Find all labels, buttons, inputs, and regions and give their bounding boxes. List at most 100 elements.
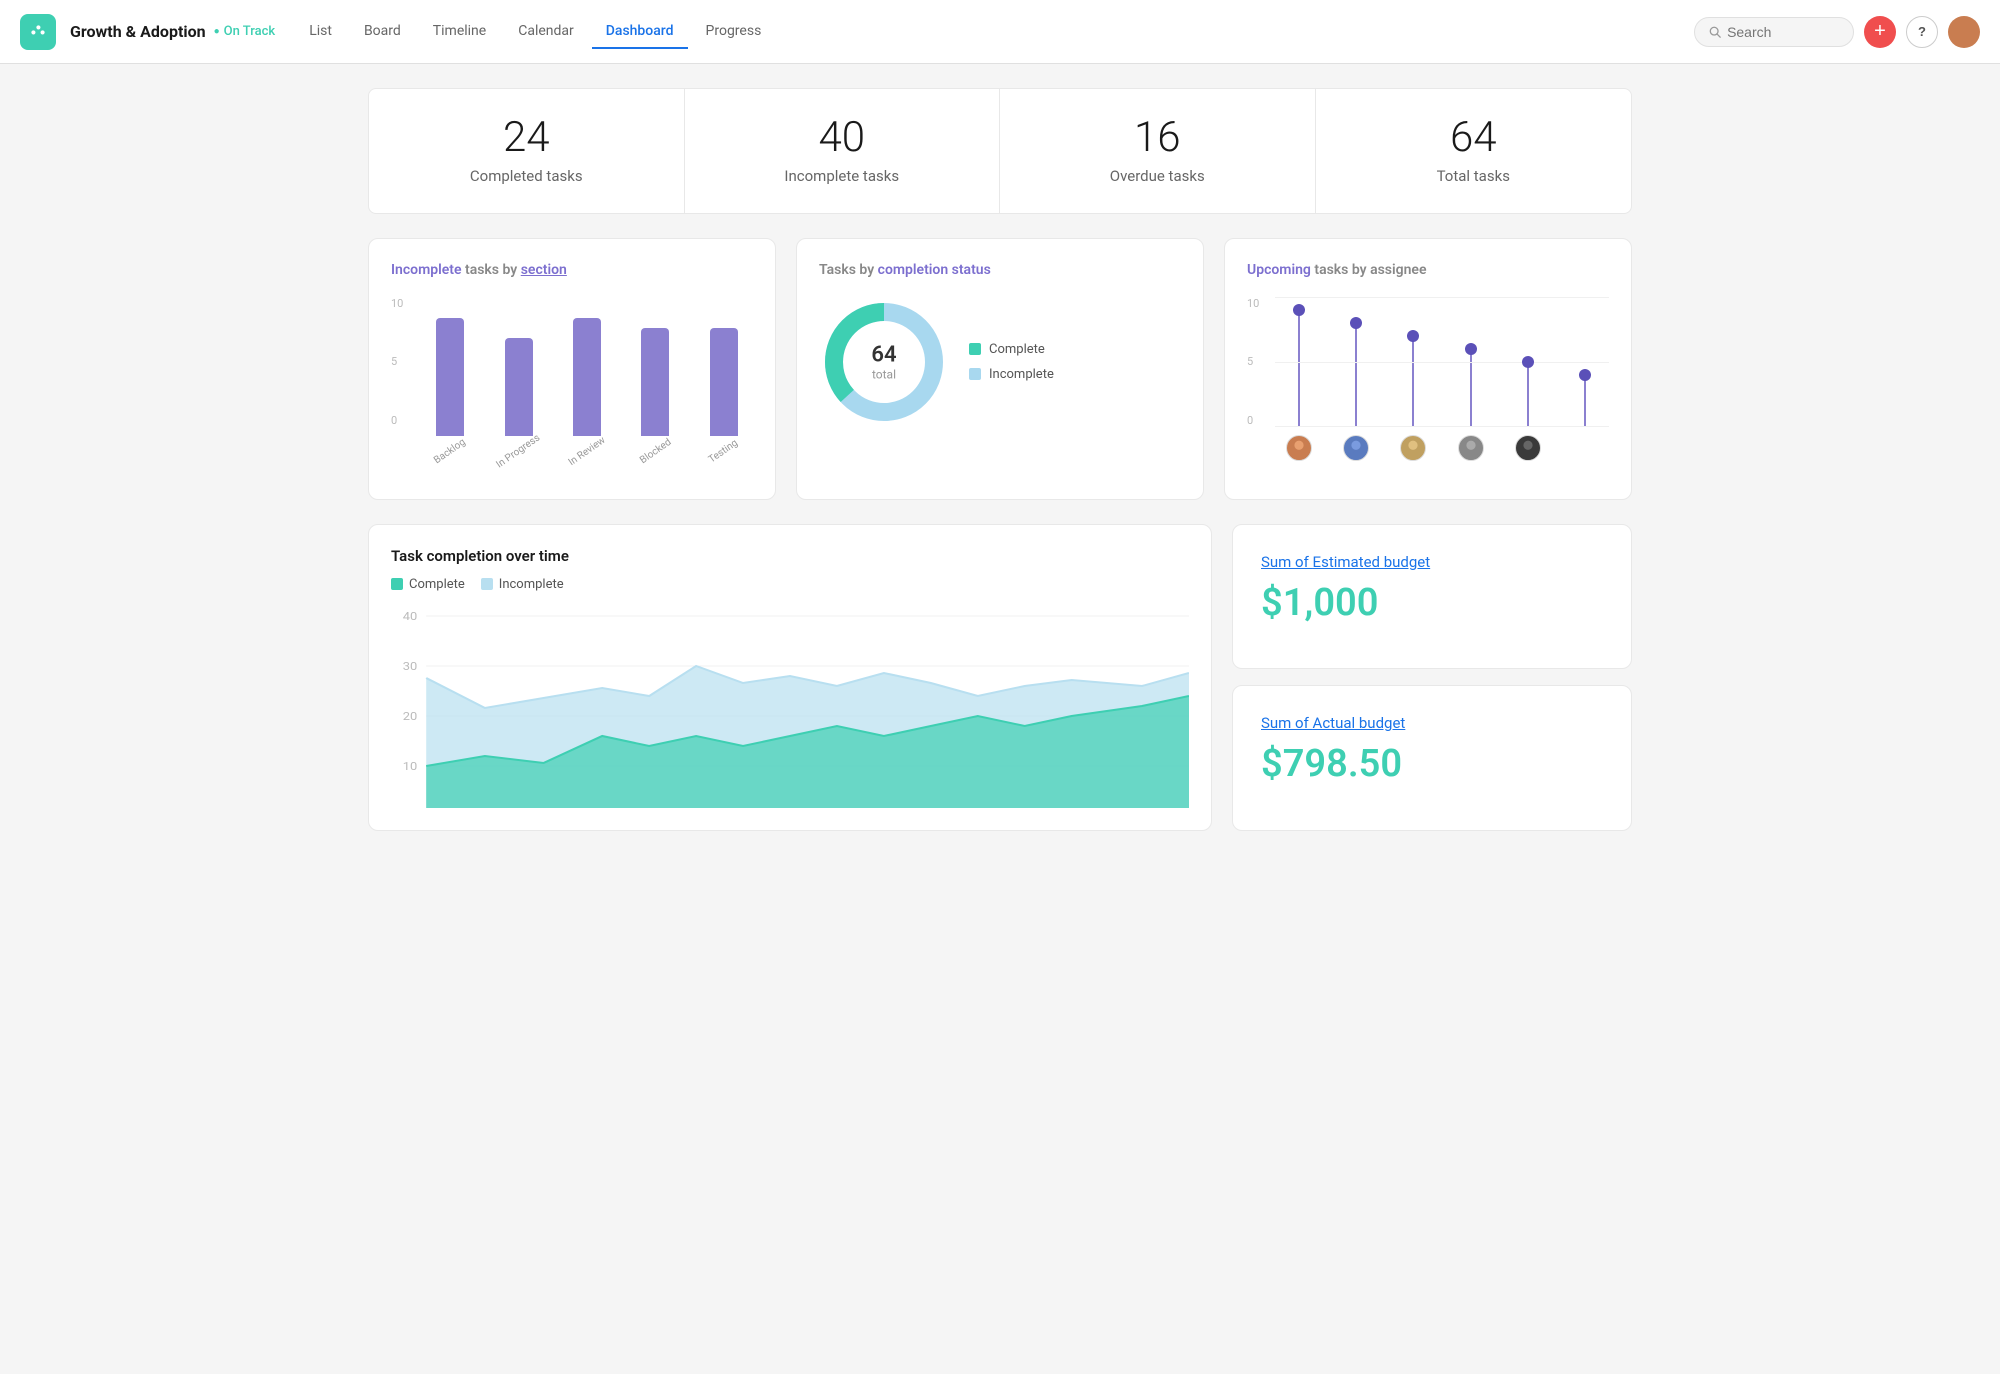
line-chart-card: Task completion over time Complete Incom…	[368, 524, 1212, 831]
bar-inreview-fill	[573, 318, 601, 436]
lollipop-dot-2	[1350, 317, 1362, 329]
budget-actual-value: $798.50	[1261, 742, 1603, 786]
chart-completion-status: Tasks by completion status 64 total	[796, 238, 1204, 500]
budget-actual-prefix: Sum of	[1261, 714, 1313, 732]
budget-actual-label: Sum of Actual budget	[1261, 714, 1603, 732]
donut-total-label: total	[871, 367, 896, 381]
chart-incomplete-title-suffix: section	[521, 262, 567, 278]
bar-blocked-label: Blocked	[638, 436, 673, 465]
legend-complete: Complete	[969, 342, 1054, 357]
chart-lollipop-title-prefix: Upcoming	[1247, 262, 1311, 278]
donut-legend: Complete Incomplete	[969, 342, 1054, 382]
chart-incomplete-by-section: Incomplete tasks by section 10 5 0	[368, 238, 776, 500]
chart-lollipop-title-suffix: tasks by assignee	[1314, 262, 1426, 278]
total-label: Total tasks	[1336, 167, 1612, 185]
budget-actual-link[interactable]: Actual budget	[1313, 714, 1406, 732]
donut-chart-wrap: 64 total	[819, 297, 949, 427]
avatar-1	[1286, 435, 1312, 461]
assignee-1	[1275, 435, 1322, 461]
stat-incomplete: 40 Incomplete tasks	[685, 89, 1001, 213]
overdue-label: Overdue tasks	[1020, 167, 1295, 185]
line-chart-title: Task completion over time	[391, 547, 1189, 565]
donut-area: 64 total Complete Incomplete	[819, 297, 1181, 427]
bar-backlog-label: Backlog	[432, 436, 468, 466]
project-info: Growth & Adoption On Track	[70, 22, 275, 41]
budget-estimated-prefix: Sum of	[1261, 553, 1313, 571]
project-title: Growth & Adoption On Track	[70, 22, 275, 41]
chart-incomplete-title-middle: tasks by	[465, 262, 521, 278]
assignee-6	[1562, 435, 1609, 461]
main-content: 24 Completed tasks 40 Incomplete tasks 1…	[340, 64, 1660, 855]
budget-estimated-link[interactable]: Estimated budget	[1313, 553, 1431, 571]
bar-inreview-label: In Review	[567, 434, 608, 467]
line-legend-complete: Complete	[391, 577, 465, 592]
lollipop-dot-6	[1579, 369, 1591, 381]
bottom-row: Task completion over time Complete Incom…	[368, 524, 1632, 831]
legend-incomplete: Incomplete	[969, 367, 1054, 382]
legend-complete-dot	[969, 343, 981, 355]
lollipop-dot-5	[1522, 356, 1534, 368]
charts-row: Incomplete tasks by section 10 5 0	[368, 238, 1632, 500]
project-status: On Track	[214, 24, 276, 39]
bar-testing: Testing	[695, 328, 753, 457]
bar-inprogress: In Progress	[489, 338, 547, 457]
bar-testing-fill	[710, 328, 738, 436]
project-name-text: Growth & Adoption	[70, 22, 206, 41]
completed-label: Completed tasks	[389, 167, 664, 185]
line-legend-incomplete: Incomplete	[481, 577, 564, 592]
y-tick-5: 5	[391, 355, 403, 368]
chart-donut-title-suffix: completion status	[878, 262, 991, 278]
assignee-3	[1390, 435, 1437, 461]
search-input[interactable]	[1727, 24, 1839, 40]
bar-chart-area: 10 5 0 Backlog In Progress	[391, 297, 753, 477]
line-chart-svg-wrap: 40 30 20 10	[391, 608, 1189, 808]
completed-number: 24	[389, 117, 664, 159]
bar-inprogress-label: In Progress	[495, 432, 543, 470]
lollipop-chart-area: 10 5 0	[1247, 297, 1609, 477]
tab-calendar[interactable]: Calendar	[504, 15, 588, 49]
bar-blocked: Blocked	[626, 328, 684, 457]
assignee-avatars	[1247, 435, 1609, 461]
y-axis-labels: 10 5 0	[391, 297, 403, 427]
lollipop-dot-1	[1293, 304, 1305, 316]
tab-dashboard[interactable]: Dashboard	[592, 15, 688, 49]
bar-backlog: Backlog	[421, 318, 479, 457]
chart-upcoming-assignee: Upcoming tasks by assignee 10 5 0	[1224, 238, 1632, 500]
tab-board[interactable]: Board	[350, 15, 415, 49]
line-legend: Complete Incomplete	[391, 577, 1189, 592]
stat-completed: 24 Completed tasks	[369, 89, 685, 213]
add-button[interactable]: +	[1864, 16, 1896, 48]
bar-columns: Backlog In Progress In Review Block	[421, 327, 753, 457]
chart-incomplete-title: Incomplete tasks by section	[391, 261, 753, 281]
avatar-4	[1458, 435, 1484, 461]
bar-inprogress-fill	[505, 338, 533, 436]
lollipop-y-axis: 10 5 0	[1247, 297, 1259, 427]
nav-tabs: List Board Timeline Calendar Dashboard P…	[295, 15, 775, 49]
tab-list[interactable]: List	[295, 15, 346, 49]
legend-complete-label: Complete	[989, 342, 1045, 357]
legend-incomplete-label: Incomplete	[989, 367, 1054, 382]
header: Growth & Adoption On Track List Board Ti…	[0, 0, 2000, 64]
y-label-20: 20	[403, 710, 418, 723]
chart-incomplete-title-highlight: Incomplete	[391, 262, 462, 278]
legend-incomplete-dot	[969, 368, 981, 380]
tab-timeline[interactable]: Timeline	[419, 15, 500, 49]
user-avatar[interactable]	[1948, 16, 1980, 48]
y-label-40: 40	[403, 610, 418, 623]
tab-progress[interactable]: Progress	[692, 15, 776, 49]
search-box[interactable]	[1694, 17, 1854, 47]
line-legend-complete-dot	[391, 578, 403, 590]
help-button[interactable]: ?	[1906, 16, 1938, 48]
budget-estimated-card: Sum of Estimated budget $1,000	[1232, 524, 1632, 670]
line-chart-svg: 40 30 20 10	[391, 608, 1189, 808]
lollipop-y-0: 0	[1247, 414, 1259, 427]
stats-row: 24 Completed tasks 40 Incomplete tasks 1…	[368, 88, 1632, 214]
search-icon	[1709, 25, 1721, 39]
line-legend-complete-label: Complete	[409, 577, 465, 592]
bar-blocked-fill	[641, 328, 669, 436]
stat-total: 64 Total tasks	[1316, 89, 1632, 213]
budget-estimated-value: $1,000	[1261, 581, 1603, 625]
bar-inreview: In Review	[558, 318, 616, 457]
donut-center: 64 total	[871, 342, 896, 381]
chart-donut-title-prefix: Tasks by	[819, 262, 878, 278]
